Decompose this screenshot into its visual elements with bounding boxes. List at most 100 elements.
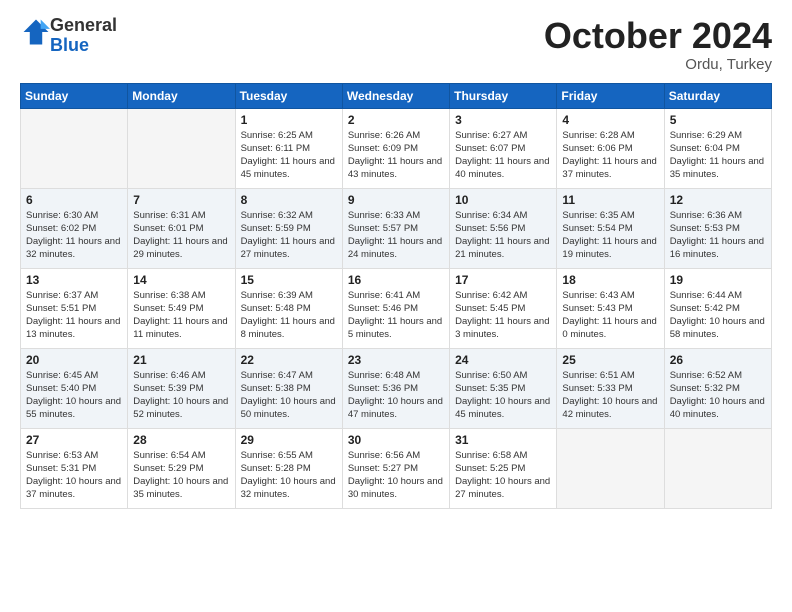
day-number: 12 — [670, 193, 766, 207]
calendar-cell — [664, 428, 771, 508]
sunset-text: Sunset: 5:31 PM — [26, 463, 96, 474]
day-number: 1 — [241, 113, 337, 127]
calendar-cell: 1Sunrise: 6:25 AMSunset: 6:11 PMDaylight… — [235, 108, 342, 188]
sunset-text: Sunset: 5:45 PM — [455, 303, 525, 314]
sunrise-text: Sunrise: 6:53 AM — [26, 450, 98, 461]
sunrise-text: Sunrise: 6:47 AM — [241, 370, 313, 381]
day-info: Sunrise: 6:36 AMSunset: 5:53 PMDaylight:… — [670, 209, 766, 262]
daylight-text: Daylight: 11 hours and 32 minutes. — [26, 236, 120, 260]
day-info: Sunrise: 6:52 AMSunset: 5:32 PMDaylight:… — [670, 369, 766, 422]
sunset-text: Sunset: 5:49 PM — [133, 303, 203, 314]
sunrise-text: Sunrise: 6:35 AM — [562, 210, 634, 221]
day-number: 14 — [133, 273, 229, 287]
day-info: Sunrise: 6:34 AMSunset: 5:56 PMDaylight:… — [455, 209, 551, 262]
sunrise-text: Sunrise: 6:50 AM — [455, 370, 527, 381]
day-number: 25 — [562, 353, 658, 367]
daylight-text: Daylight: 11 hours and 3 minutes. — [455, 316, 549, 340]
day-info: Sunrise: 6:48 AM Sunset: 5:36 PM Daylight:… — [348, 369, 444, 422]
sunset-text: Sunset: 6:02 PM — [26, 223, 96, 234]
sunset-text: Sunset: 5:53 PM — [670, 223, 740, 234]
sunrise-text: Sunrise: 6:37 AM — [26, 290, 98, 301]
calendar-cell: 7Sunrise: 6:31 AMSunset: 6:01 PMDaylight… — [128, 188, 235, 268]
calendar-cell: 24Sunrise: 6:50 AMSunset: 5:35 PMDayligh… — [450, 348, 557, 428]
daylight-text: Daylight: 11 hours and 35 minutes. — [670, 156, 764, 180]
sunrise-text: Sunrise: 6:44 AM — [670, 290, 742, 301]
daylight-text: Daylight: 10 hours and 42 minutes. — [562, 396, 657, 420]
sunset-text: Sunset: 5:59 PM — [241, 223, 311, 234]
sunrise-text: Sunrise: 6:51 AM — [562, 370, 634, 381]
sunrise-text: Sunrise: 6:30 AM — [26, 210, 98, 221]
sunset-text: Sunset: 5:36 PM — [348, 383, 418, 394]
logo: General Blue — [20, 16, 117, 56]
day-info: Sunrise: 6:31 AMSunset: 6:01 PMDaylight:… — [133, 209, 229, 262]
day-number: 19 — [670, 273, 766, 287]
daylight-text: Daylight: 11 hours and 37 minutes. — [562, 156, 656, 180]
sunrise-text: Sunrise: 6:48 AM — [348, 370, 420, 381]
sunset-text: Sunset: 5:32 PM — [670, 383, 740, 394]
daylight-text: Daylight: 11 hours and 19 minutes. — [562, 236, 656, 260]
day-number: 27 — [26, 433, 122, 447]
day-number: 22 — [241, 353, 337, 367]
calendar-cell: 15Sunrise: 6:39 AMSunset: 5:48 PMDayligh… — [235, 268, 342, 348]
sunset-text: Sunset: 5:33 PM — [562, 383, 632, 394]
day-number: 26 — [670, 353, 766, 367]
calendar-cell — [128, 108, 235, 188]
day-info: Sunrise: 6:26 AM Sunset: 6:09 PM Daylight:… — [348, 129, 444, 182]
calendar-cell — [557, 428, 664, 508]
day-number: 23 — [348, 353, 444, 367]
daylight-text: Daylight: 10 hours and 35 minutes. — [133, 476, 228, 500]
sunset-text: Sunset: 5:46 PM — [348, 303, 418, 314]
day-number: 28 — [133, 433, 229, 447]
day-number: 21 — [133, 353, 229, 367]
sunset-text: Sunset: 5:57 PM — [348, 223, 418, 234]
day-info: Sunrise: 6:50 AMSunset: 5:35 PMDaylight:… — [455, 369, 551, 422]
day-number: 16 — [348, 273, 444, 287]
day-info: Sunrise: 6:54 AMSunset: 5:29 PMDaylight:… — [133, 449, 229, 502]
calendar-cell: 14Sunrise: 6:38 AMSunset: 5:49 PMDayligh… — [128, 268, 235, 348]
sunrise-text: Sunrise: 6:39 AM — [241, 290, 313, 301]
sunset-text: Sunset: 5:48 PM — [241, 303, 311, 314]
sunset-text: Sunset: 6:09 PM — [348, 143, 418, 154]
day-number: 2 — [348, 113, 444, 127]
sunrise-text: Sunrise: 6:28 AM — [562, 130, 634, 141]
day-info: Sunrise: 6:46 AMSunset: 5:39 PMDaylight:… — [133, 369, 229, 422]
logo-icon — [22, 18, 50, 46]
day-number: 5 — [670, 113, 766, 127]
day-header-thursday: Thursday — [450, 83, 557, 108]
daylight-text: Daylight: 11 hours and 11 minutes. — [133, 316, 227, 340]
calendar-cell: 17Sunrise: 6:42 AMSunset: 5:45 PMDayligh… — [450, 268, 557, 348]
sunrise-text: Sunrise: 6:41 AM — [348, 290, 420, 301]
calendar-cell: 31Sunrise: 6:58 AMSunset: 5:25 PMDayligh… — [450, 428, 557, 508]
day-info: Sunrise: 6:58 AMSunset: 5:25 PMDaylight:… — [455, 449, 551, 502]
daylight-text: Daylight: 11 hours and 24 minutes. — [348, 236, 442, 260]
sunrise-text: Sunrise: 6:25 AM — [241, 130, 313, 141]
day-number: 18 — [562, 273, 658, 287]
sunset-text: Sunset: 5:43 PM — [562, 303, 632, 314]
sunset-text: Sunset: 6:07 PM — [455, 143, 525, 154]
daylight-text: Daylight: 11 hours and 43 minutes. — [348, 156, 442, 180]
sunrise-text: Sunrise: 6:29 AM — [670, 130, 742, 141]
daylight-text: Daylight: 10 hours and 55 minutes. — [26, 396, 121, 420]
calendar-cell: 23 Sunrise: 6:48 AM Sunset: 5:36 PM Dayligh… — [342, 348, 449, 428]
sunrise-text: Sunrise: 6:58 AM — [455, 450, 527, 461]
sunset-text: Sunset: 5:40 PM — [26, 383, 96, 394]
calendar-cell: 28 Sunrise: 6:54 AMSunset: 5:29 PMDayligh… — [128, 428, 235, 508]
calendar-cell: 6 Sunrise: 6:30 AM Sunset: 6:02 PM Daylight… — [21, 188, 128, 268]
calendar-week-row: 20Sunrise: 6:45 AMSunset: 5:40 PMDayligh… — [21, 348, 772, 428]
day-header-saturday: Saturday — [664, 83, 771, 108]
day-number: 6 — [26, 193, 122, 207]
calendar-table: SundayMondayTuesdayWednesdayThursdayFrid… — [20, 83, 772, 509]
sunset-text: Sunset: 6:01 PM — [133, 223, 203, 234]
daylight-text: Daylight: 10 hours and 47 minutes. — [348, 396, 443, 420]
day-info: Sunrise: 6:41 AMSunset: 5:46 PMDaylight:… — [348, 289, 444, 342]
calendar-cell: 26 Sunrise: 6:52 AMSunset: 5:32 PMDayligh… — [664, 348, 771, 428]
day-number: 29 — [241, 433, 337, 447]
day-info: Sunrise: 6:39 AMSunset: 5:48 PMDaylight:… — [241, 289, 337, 342]
calendar-cell: 10Sunrise: 6:34 AMSunset: 5:56 PMDayligh… — [450, 188, 557, 268]
daylight-text: Daylight: 10 hours and 45 minutes. — [455, 396, 550, 420]
day-number: 11 — [562, 193, 658, 207]
sunrise-text: Sunrise: 6:27 AM — [455, 130, 527, 141]
sunrise-text: Sunrise: 6:26 AM — [348, 130, 420, 141]
daylight-text: Daylight: 10 hours and 50 minutes. — [241, 396, 336, 420]
calendar-cell: 25 Sunrise: 6:51 AM Sunset: 5:33 PM Dayligh… — [557, 348, 664, 428]
